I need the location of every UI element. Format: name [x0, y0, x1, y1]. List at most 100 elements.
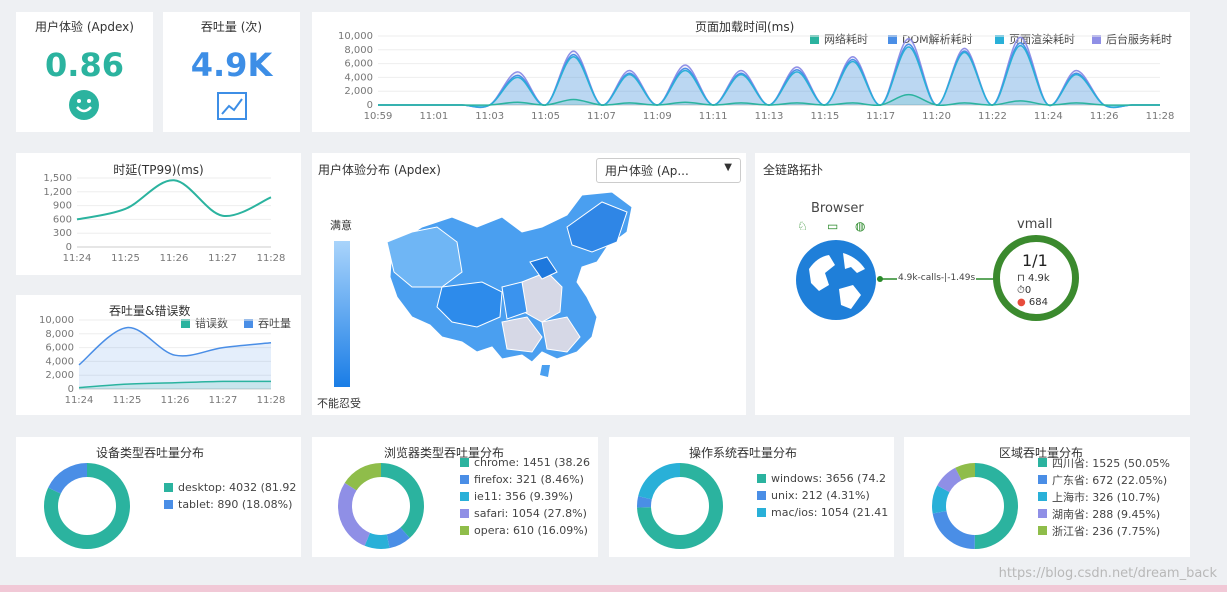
- y-tick-label: 1,200: [43, 187, 72, 198]
- node-stats: ⊓ 4.9k ⏱0 ● 684: [1017, 273, 1050, 309]
- throughput-icon: ⊓: [1017, 273, 1025, 284]
- legend-swatch: [460, 526, 469, 535]
- throughput-value: 4.9K: [190, 46, 273, 84]
- legend-label: 湖南省: 288 (9.45%): [1052, 507, 1161, 521]
- stat-zero: 0: [1024, 285, 1032, 296]
- x-tick-label: 11:25: [113, 395, 142, 406]
- legend-item[interactable]: 浙江省: 236 (7.75%): [1038, 522, 1170, 539]
- x-tick-label: 11:07: [587, 111, 616, 122]
- legend-item[interactable]: tablet: 890 (18.08%): [164, 496, 296, 513]
- latency-chart: 1,500 1,200 900 600 300 011:24 11:25 11:26 11:27…: [43, 173, 286, 264]
- throughput-error-chart: 10,000 8,000 6,000 4,000 2,000 011:24 11:25 11:…: [39, 315, 285, 406]
- chevron-down-icon: ▼: [724, 162, 732, 173]
- y-tick-label: 6,000: [45, 343, 74, 354]
- throughput-title: 吞吐量 (次): [200, 20, 263, 34]
- legend-item[interactable]: 湖南省: 288 (9.45%): [1038, 505, 1170, 522]
- legend-label: chrome: 1451 (38.26: [474, 456, 590, 469]
- y-tick-label: 0: [367, 100, 373, 111]
- y-tick-label: 600: [53, 214, 72, 225]
- legend-swatch: [1038, 526, 1047, 535]
- os-legend: windows: 3656 (74.2 unix: 212 (4.31%) ma…: [757, 470, 888, 521]
- legend-item[interactable]: 广东省: 672 (22.05%): [1038, 471, 1170, 488]
- dropdown-value: 用户体验 (Ap...: [605, 164, 689, 178]
- os-panel: 操作系统吞吐量分布 windows: 3656 (74.2 unix: 212 …: [609, 437, 894, 557]
- browser-legend: chrome: 1451 (38.26 firefox: 321 (8.46%)…: [460, 454, 590, 539]
- y-tick-label: 4,000: [344, 72, 373, 83]
- legend-swatch: [460, 492, 469, 501]
- x-tick-label: 11:13: [755, 111, 784, 122]
- device-title: 设备类型吞吐量分布: [96, 446, 205, 460]
- legend-swatch: [757, 491, 766, 500]
- y-tick-label: 900: [53, 201, 72, 212]
- apdex-map-panel: 用户体验分布 (Apdex) 用户体验 (Ap... ▼ 满意 不能忍受: [312, 153, 746, 415]
- china-map: [386, 191, 633, 377]
- legend-item[interactable]: safari: 1054 (27.8%): [460, 505, 590, 522]
- apdex-dropdown[interactable]: 用户体验 (Ap... ▼: [596, 158, 741, 183]
- legend-swatch: [1038, 475, 1047, 484]
- trend-chart-icon: [217, 92, 247, 120]
- legend-label: 四川省: 1525 (50.05%: [1052, 456, 1170, 470]
- series-area: [79, 327, 271, 389]
- legend-swatch: [1038, 509, 1047, 518]
- apdex-title: 用户体验 (Apdex): [35, 20, 134, 34]
- y-tick-label: 4,000: [45, 356, 74, 367]
- legend-swatch: [164, 500, 173, 509]
- legend-label: desktop: 4032 (81.92: [178, 481, 297, 494]
- stat-throughput: 4.9k: [1028, 273, 1050, 284]
- device-legend: desktop: 4032 (81.92 tablet: 890 (18.08%…: [164, 479, 296, 513]
- y-tick-label: 6,000: [344, 59, 373, 70]
- x-tick-label: 11:09: [643, 111, 672, 122]
- legend-swatch: [757, 508, 766, 517]
- legend-item[interactable]: mac/ios: 1054 (21.41: [757, 504, 888, 521]
- scale-top-label: 满意: [330, 219, 352, 232]
- legend-item[interactable]: chrome: 1451 (38.26: [460, 454, 590, 471]
- legend-item[interactable]: 上海市: 326 (10.7%): [1038, 488, 1170, 505]
- legend-swatch: [460, 509, 469, 518]
- x-tick-label: 11:27: [209, 395, 238, 406]
- x-tick-label: 11:26: [1090, 111, 1119, 122]
- legend-item[interactable]: opera: 610 (16.09%): [460, 522, 590, 539]
- node-ratio: 1/1: [1022, 251, 1048, 270]
- vmall-label: vmall: [1017, 217, 1053, 232]
- legend-item[interactable]: windows: 3656 (74.2: [757, 470, 888, 487]
- legend-item[interactable]: unix: 212 (4.31%): [757, 487, 888, 504]
- legend-item[interactable]: 四川省: 1525 (50.05%: [1038, 454, 1170, 471]
- browser-label: Browser: [811, 201, 864, 216]
- x-tick-label: 11:28: [257, 253, 286, 264]
- legend-item[interactable]: firefox: 321 (8.46%): [460, 471, 590, 488]
- y-tick-label: 1,500: [43, 173, 72, 184]
- topology-panel: 全链路拓扑 Browser ♘ ▭ ◍ 4.9k-calls-|-1.49s v…: [755, 153, 1190, 415]
- stat-errors: 684: [1028, 297, 1049, 308]
- legend-label: 广东省: 672 (22.05%): [1052, 473, 1168, 487]
- legend-label: tablet: 890 (18.08%): [178, 498, 293, 511]
- x-tick-label: 11:24: [65, 395, 94, 406]
- os-title: 操作系统吞吐量分布: [689, 446, 798, 460]
- x-tick-label: 11:24: [1034, 111, 1063, 122]
- legend-item[interactable]: ie11: 356 (9.39%): [460, 488, 590, 505]
- y-tick-label: 2,000: [45, 370, 74, 381]
- region-panel: 区域吞吐量分布 四川省: 1525 (50.05% 广东省: 672 (22.0…: [904, 437, 1190, 557]
- legend-item[interactable]: desktop: 4032 (81.92: [164, 479, 296, 496]
- legend-swatch: [1038, 458, 1047, 467]
- error-icon: ●: [1017, 297, 1026, 308]
- smiley-icon: [69, 90, 99, 120]
- browser-node[interactable]: [795, 239, 877, 321]
- latency-panel: 时延(TP99)(ms) 1,500 1,200 900 600 300 0 11:24 11…: [16, 153, 301, 275]
- os-donut: [637, 463, 723, 549]
- scale-bottom-label: 不能忍受: [317, 397, 361, 410]
- x-tick-label: 11:27: [208, 253, 237, 264]
- device-donut: [44, 463, 130, 549]
- page-load-chart: 10,000 8,000 6,000 4,000 2,000 010:59 11:01 11:…: [338, 31, 1174, 122]
- legend-label: safari: 1054 (27.8%): [474, 507, 587, 520]
- x-tick-label: 11:01: [419, 111, 448, 122]
- latency-line: [76, 179, 272, 221]
- x-tick-label: 11:25: [111, 253, 140, 264]
- x-tick-label: 11:11: [699, 111, 728, 122]
- timer-icon: ⏱: [1017, 285, 1025, 296]
- x-tick-label: 10:59: [364, 111, 393, 122]
- legend-label: opera: 610 (16.09%): [474, 524, 588, 537]
- x-tick-label: 11:26: [160, 253, 189, 264]
- color-scale-bar: [334, 241, 350, 387]
- bottom-border: [0, 585, 1227, 592]
- legend-label: 上海市: 326 (10.7%): [1052, 490, 1161, 504]
